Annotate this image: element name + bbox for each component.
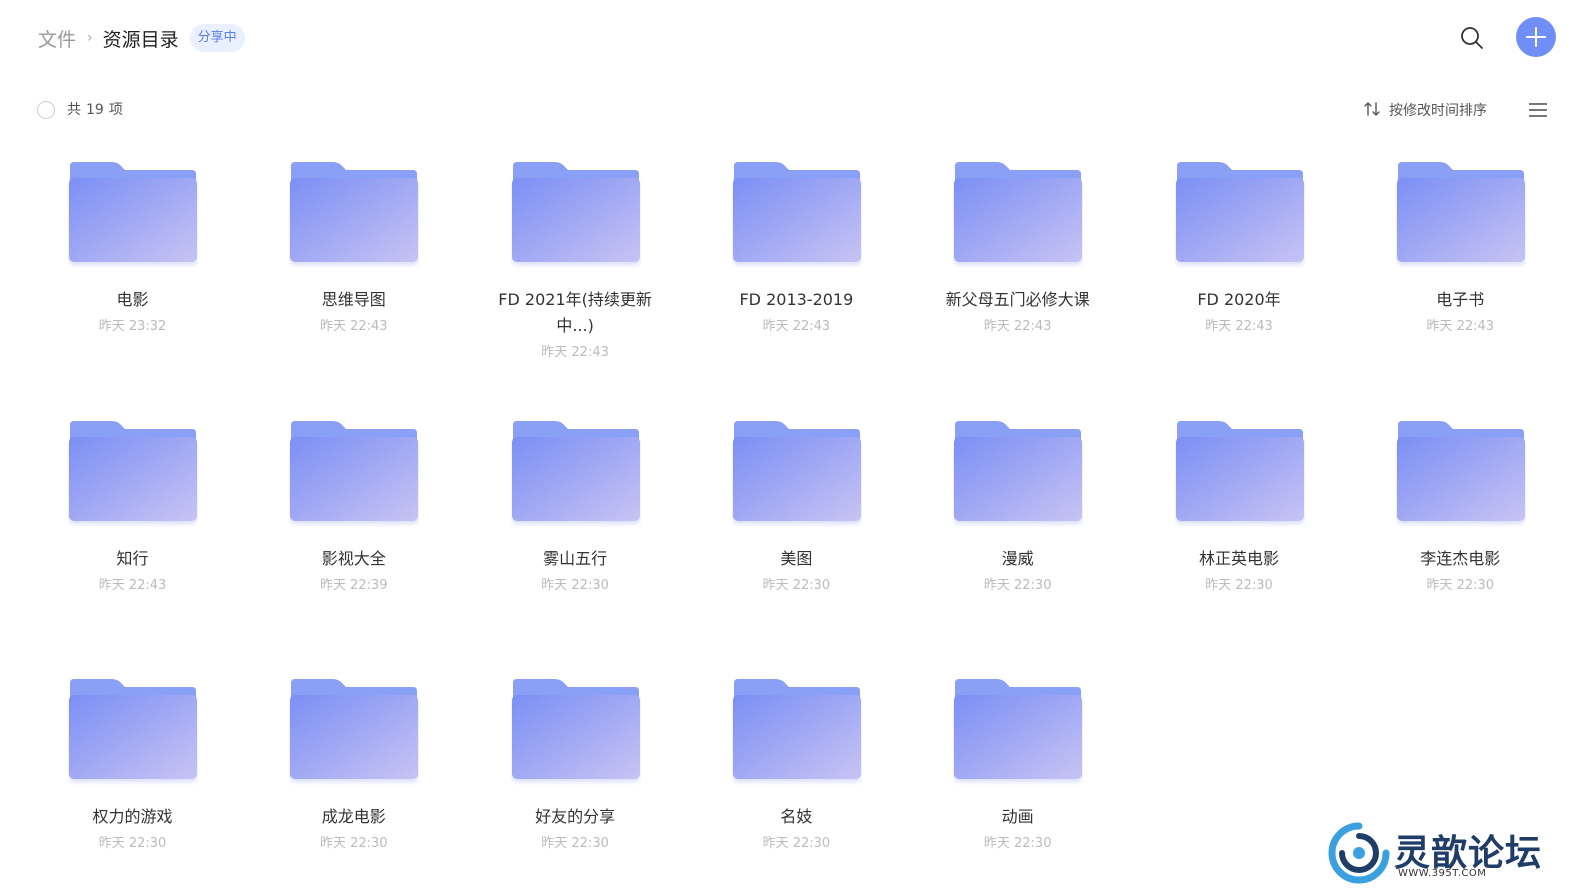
folder-name: 思维导图 — [321, 290, 386, 309]
folder-name-block: 美图 昨天 22:30 — [702, 546, 891, 599]
folder-name-block: 电影 昨天 23:32 — [38, 287, 227, 340]
folder-name-block: 林正英电影 昨天 22:30 — [1145, 546, 1334, 599]
folder-icon — [290, 679, 419, 779]
folder-modified-time: 昨天 22:43 — [983, 319, 1052, 334]
folder-icon — [1396, 420, 1525, 521]
folder-name: 成龙电影 — [321, 807, 386, 826]
folder-icon — [732, 679, 861, 779]
breadcrumb-root-files[interactable]: 文件 — [38, 25, 76, 52]
breadcrumb-separator: › — [87, 30, 93, 46]
folder-name-block: FD 2020年 昨天 22:43 — [1145, 287, 1334, 340]
watermark-url: WWW.395T.COM — [1398, 868, 1487, 879]
folder-icon — [290, 420, 419, 521]
list-view-icon[interactable] — [1528, 102, 1548, 118]
folder-modified-time: 昨天 22:30 — [1426, 577, 1495, 593]
folder-modified-time: 昨天 22:30 — [762, 577, 831, 593]
folder-name: 权力的游戏 — [92, 807, 173, 826]
folder-name: 影视大全 — [321, 548, 386, 568]
watermark-logo-icon — [1328, 822, 1390, 884]
folder-modified-time: 昨天 22:43 — [1205, 319, 1273, 334]
folder-name-block: FD 2021年(持续更新中...) 昨天 22:43 — [481, 287, 670, 366]
folder-icon — [954, 162, 1083, 262]
folder-modified-time: 昨天 22:30 — [98, 836, 167, 851]
folder-modified-time: 昨天 22:30 — [762, 836, 831, 851]
site-watermark: 灵歆论坛 WWW.395T.COM — [1328, 822, 1564, 886]
search-icon[interactable] — [1456, 22, 1488, 54]
folder-name-block: 新父母五门必修大课 昨天 22:43 — [923, 287, 1112, 340]
folder-icon — [69, 162, 197, 262]
folder-name-block: 电子书 昨天 22:43 — [1366, 287, 1555, 340]
folder-name: 雾山五行 — [543, 548, 608, 568]
folder-icon — [1175, 162, 1304, 262]
item-count-value: 19 — [86, 102, 104, 118]
folder-name: FD 2013-2019 — [739, 290, 854, 309]
folder-name-block: 成龙电影 昨天 22:30 — [259, 804, 448, 857]
add-button[interactable] — [1516, 17, 1556, 57]
top-bar: 文件 › 资源目录 分享中 — [0, 0, 1569, 76]
folder-name: 新父母五门必修大课 — [945, 290, 1090, 309]
folder-modified-time: 昨天 22:43 — [541, 345, 609, 360]
folder-name-block: 雾山五行 昨天 22:30 — [481, 546, 670, 599]
folder-name-block: 好友的分享 昨天 22:30 — [481, 804, 670, 857]
item-count: 共 19 项 — [67, 101, 123, 119]
folder-name-block: 漫威 昨天 22:30 — [923, 546, 1112, 599]
select-all-checkbox[interactable] — [37, 101, 55, 119]
folder-name: FD 2020年 — [1197, 290, 1281, 309]
folder-icon — [69, 679, 197, 779]
folder-icon — [511, 420, 640, 521]
folder-name-block: FD 2013-2019 昨天 22:43 — [702, 287, 891, 340]
folder-name-block: 权力的游戏 昨天 22:30 — [38, 804, 227, 857]
folder-name: 名妓 — [780, 807, 813, 826]
folder-icon — [69, 420, 197, 521]
folder-icon — [290, 162, 419, 262]
folder-modified-time: 昨天 23:32 — [98, 319, 167, 334]
folder-icon — [511, 679, 640, 779]
breadcrumb: 文件 › 资源目录 分享中 — [38, 24, 245, 52]
folder-name-block: 李连杰电影 昨天 22:30 — [1366, 546, 1555, 599]
folder-modified-time: 昨天 22:43 — [762, 319, 831, 334]
list-toolbar: 共 19 项 按修改时间排序 — [0, 92, 1569, 128]
folder-name: 漫威 — [1001, 548, 1034, 568]
breadcrumb-current-folder: 资源目录 — [102, 28, 179, 51]
folder-name: 动画 — [1001, 807, 1034, 826]
folder-name: 好友的分享 — [535, 807, 616, 826]
folder-name-block: 思维导图 昨天 22:43 — [259, 287, 448, 340]
folder-icon — [954, 420, 1083, 521]
folder-name: FD 2021年(持续更新中...) — [498, 290, 652, 335]
folder-name: 林正英电影 — [1198, 548, 1279, 568]
sort-button[interactable]: 按修改时间排序 — [1363, 100, 1487, 122]
folder-icon — [1396, 162, 1525, 262]
folder-name: 电影 — [116, 290, 149, 309]
folder-name-block: 动画 昨天 22:30 — [923, 804, 1112, 857]
folder-modified-time: 昨天 22:30 — [983, 577, 1052, 593]
folder-name: 电子书 — [1436, 290, 1485, 309]
folder-name-block: 名妓 昨天 22:30 — [702, 804, 891, 857]
item-count-suffix: 项 — [108, 102, 123, 118]
folder-modified-time: 昨天 22:30 — [319, 836, 388, 851]
folder-icon — [732, 420, 861, 521]
sort-label: 按修改时间排序 — [1389, 103, 1487, 119]
folder-name-block: 知行 昨天 22:43 — [38, 546, 227, 599]
folder-icon — [954, 679, 1083, 779]
folder-modified-time: 昨天 22:39 — [319, 577, 388, 593]
folder-modified-time: 昨天 22:30 — [541, 836, 609, 851]
folder-modified-time: 昨天 22:43 — [98, 577, 167, 593]
item-count-prefix: 共 — [67, 102, 81, 118]
folder-modified-time: 昨天 22:43 — [1426, 319, 1495, 334]
folder-modified-time: 昨天 22:30 — [983, 836, 1052, 851]
folder-icon — [1175, 420, 1304, 521]
sharing-status-badge[interactable]: 分享中 — [189, 24, 245, 52]
folder-name: 知行 — [116, 548, 149, 568]
folder-name: 李连杰电影 — [1420, 548, 1501, 568]
folder-icon — [511, 162, 640, 262]
folder-modified-time: 昨天 22:43 — [319, 319, 388, 334]
folder-modified-time: 昨天 22:30 — [541, 577, 609, 593]
folder-modified-time: 昨天 22:30 — [1205, 577, 1273, 593]
folder-icon — [732, 162, 861, 262]
folder-name-block: 影视大全 昨天 22:39 — [259, 546, 448, 599]
folder-name: 美图 — [780, 548, 813, 568]
sort-arrows-icon — [1363, 100, 1381, 122]
